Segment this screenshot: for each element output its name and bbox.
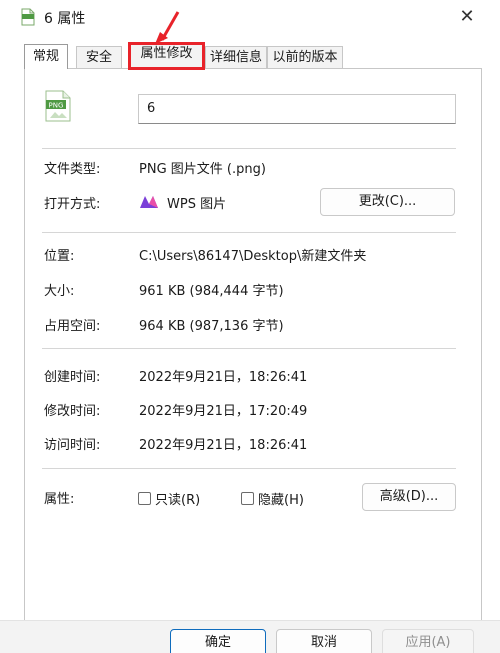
open-with-label: 打开方式: — [44, 197, 101, 212]
png-file-icon — [21, 8, 35, 26]
separator — [42, 348, 456, 349]
png-file-icon: PNG — [45, 90, 71, 122]
size-value: 961 KB (984,444 字节) — [139, 284, 284, 299]
file-type-value: PNG 图片文件 (.png) — [139, 162, 266, 177]
disk-size-value: 964 KB (987,136 字节) — [139, 319, 284, 334]
tab-label: 属性修改 — [140, 46, 193, 61]
advanced-button[interactable]: 高级(D)... — [362, 483, 456, 511]
tab-strip: 常规 安全 属性修改 详细信息 以前的版本 — [24, 42, 484, 70]
created-value: 2022年9月21日，18:26:41 — [139, 370, 308, 385]
tab-details[interactable]: 详细信息 — [205, 46, 267, 68]
wps-picture-icon — [140, 196, 158, 208]
dialog-footer: 确定 取消 应用(A) — [0, 620, 500, 653]
close-button[interactable]: ✕ — [452, 4, 482, 30]
readonly-label: 只读(R) — [155, 492, 201, 508]
tab-label: 详细信息 — [209, 50, 262, 65]
file-type-label: 文件类型: — [44, 162, 101, 177]
tab-previous-versions[interactable]: 以前的版本 — [267, 46, 343, 68]
title-bar: 6 属性 ✕ — [0, 0, 500, 34]
tab-label: 安全 — [85, 50, 112, 65]
file-icon-text: PNG — [49, 102, 64, 110]
apply-button[interactable]: 应用(A) — [382, 629, 474, 653]
separator — [42, 468, 456, 469]
location-value: C:\Users\86147\Desktop\新建文件夹 — [139, 249, 367, 264]
close-icon: ✕ — [459, 6, 475, 27]
modified-label: 修改时间: — [44, 404, 101, 419]
change-open-with-button[interactable]: 更改(C)... — [320, 188, 455, 216]
ok-button[interactable]: 确定 — [170, 629, 266, 653]
separator — [42, 148, 456, 149]
location-label: 位置: — [44, 249, 75, 264]
hidden-checkbox-row[interactable]: 隐藏(H) — [241, 488, 304, 508]
tab-label: 常规 — [32, 49, 59, 64]
size-label: 大小: — [44, 284, 75, 299]
window-title: 6 属性 — [44, 11, 86, 27]
tab-general[interactable]: 常规 — [24, 44, 68, 69]
separator — [42, 232, 456, 233]
accessed-label: 访问时间: — [44, 438, 101, 453]
general-panel — [24, 68, 482, 653]
hidden-label: 隐藏(H) — [258, 492, 304, 508]
cancel-button[interactable]: 取消 — [276, 629, 372, 653]
tab-attribute-modify[interactable]: 属性修改 — [128, 42, 205, 70]
annotation-arrow-icon — [155, 11, 180, 44]
tab-label: 以前的版本 — [272, 50, 338, 65]
open-with-value: WPS 图片 — [167, 197, 227, 212]
attributes-label: 属性: — [44, 492, 75, 507]
readonly-checkbox-row[interactable]: 只读(R) — [138, 488, 200, 508]
accessed-value: 2022年9月21日，18:26:41 — [139, 438, 308, 453]
created-label: 创建时间: — [44, 370, 101, 385]
disk-size-label: 占用空间: — [44, 319, 101, 334]
modified-value: 2022年9月21日，17:20:49 — [139, 404, 308, 419]
file-name-input[interactable]: 6 — [138, 94, 456, 124]
readonly-checkbox[interactable] — [138, 491, 151, 505]
tab-security[interactable]: 安全 — [76, 46, 122, 68]
hidden-checkbox[interactable] — [241, 491, 254, 505]
